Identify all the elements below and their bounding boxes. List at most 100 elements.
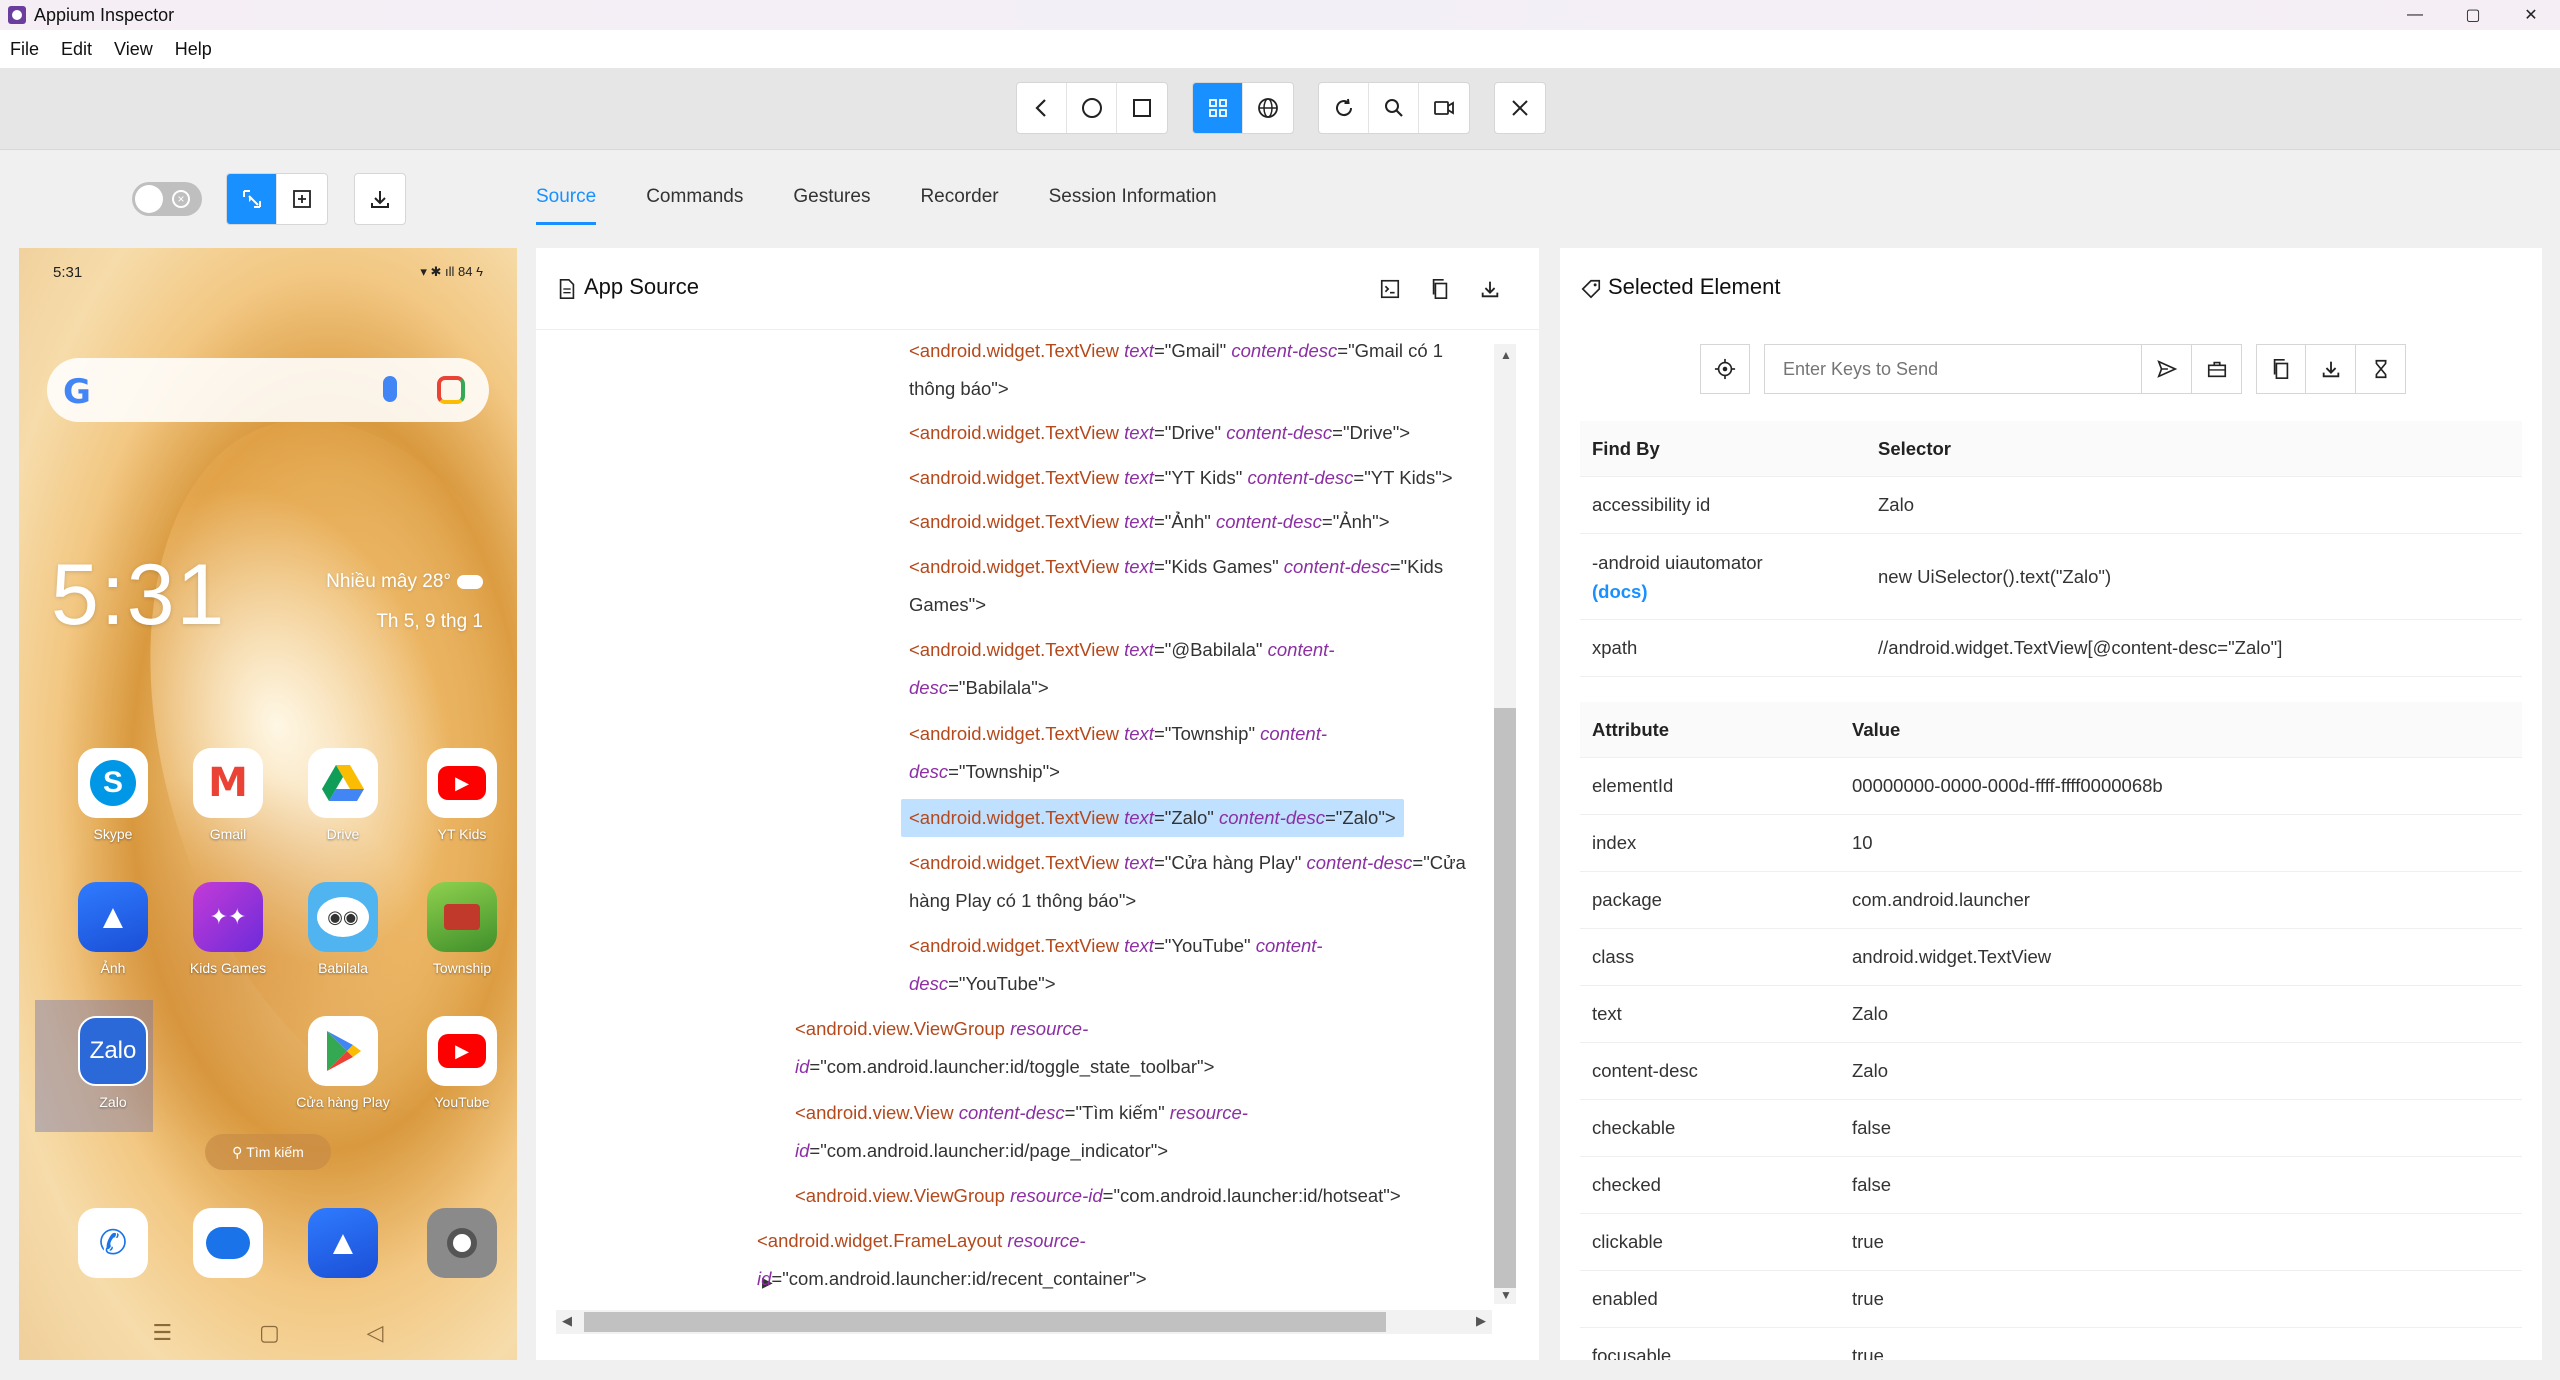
- menu-file[interactable]: File: [10, 39, 39, 60]
- app-anh[interactable]: ▲ Ảnh: [58, 882, 168, 976]
- tree-node-selected[interactable]: <android.widget.TextView text="Zalo" con…: [901, 799, 1404, 837]
- dock-messages[interactable]: [173, 1208, 283, 1278]
- app-babilala[interactable]: ◉◉ Babilala: [288, 882, 398, 976]
- lens-icon[interactable]: [437, 376, 465, 404]
- maximize-button[interactable]: ▢: [2444, 0, 2502, 30]
- tree-node-collapsed[interactable]: <android.view.ViewGroup resource-id="com…: [795, 1177, 1401, 1215]
- download-screenshot-button[interactable]: [355, 174, 405, 224]
- table-row[interactable]: package com.android.launcher: [1580, 872, 2522, 929]
- table-row[interactable]: -android uiautomator (docs) new UiSelect…: [1580, 534, 2522, 620]
- minimize-button[interactable]: —: [2386, 0, 2444, 30]
- scroll-right-icon[interactable]: ▶: [1476, 1313, 1486, 1329]
- refresh-button[interactable]: [1319, 83, 1369, 133]
- tab-commands[interactable]: Commands: [646, 151, 743, 225]
- google-search-widget[interactable]: G: [47, 358, 489, 422]
- tree-node[interactable]: <android.widget.TextView text="Cửa hàng …: [909, 844, 1466, 882]
- timing-button[interactable]: [2356, 344, 2406, 394]
- native-context-button[interactable]: [1193, 83, 1243, 133]
- highlight-toggle[interactable]: ×: [132, 182, 202, 216]
- app-township[interactable]: Township: [407, 882, 517, 976]
- table-row[interactable]: enabled true: [1580, 1271, 2522, 1328]
- web-context-button[interactable]: [1243, 83, 1293, 133]
- home-button[interactable]: [1067, 83, 1117, 133]
- close-window-button[interactable]: ✕: [2502, 0, 2560, 30]
- vertical-scrollbar[interactable]: ▲ ▼: [1494, 344, 1516, 1304]
- dock-phone[interactable]: ✆: [58, 1208, 168, 1278]
- tree-node[interactable]: <android.widget.TextView text="Township"…: [909, 715, 1327, 753]
- menu-edit[interactable]: Edit: [61, 39, 92, 60]
- app-drive[interactable]: Drive: [288, 748, 398, 842]
- vertical-scroll-thumb[interactable]: [1494, 708, 1516, 1288]
- tree-node[interactable]: <android.widget.TextView text="Ảnh" cont…: [909, 503, 1390, 541]
- tree-node[interactable]: <android.widget.TextView text="YouTube" …: [909, 927, 1323, 965]
- table-row[interactable]: content-desc Zalo: [1580, 1043, 2522, 1100]
- table-row[interactable]: clickable true: [1580, 1214, 2522, 1271]
- quit-session-button[interactable]: [1495, 83, 1545, 133]
- horizontal-scroll-thumb[interactable]: [584, 1312, 1386, 1332]
- scroll-up-icon[interactable]: ▲: [1500, 348, 1512, 362]
- home-nav-icon[interactable]: ▢: [259, 1320, 280, 1346]
- clear-button[interactable]: [2192, 344, 2242, 394]
- mic-icon[interactable]: [383, 376, 397, 402]
- app-switch-button[interactable]: [1117, 83, 1167, 133]
- scroll-left-icon[interactable]: ◀: [562, 1313, 572, 1329]
- back-button[interactable]: [1017, 83, 1067, 133]
- search-elements-button[interactable]: [1369, 83, 1419, 133]
- app-kids-games[interactable]: ✦✦ Kids Games: [173, 882, 283, 976]
- source-tree[interactable]: <android.widget.TextView text="Gmail" co…: [536, 332, 1492, 1302]
- tab-session-information[interactable]: Session Information: [1049, 151, 1217, 225]
- app-search-pill[interactable]: ⚲ Tìm kiếm: [205, 1134, 331, 1170]
- docs-link[interactable]: (docs): [1592, 577, 1878, 606]
- menu-nav-icon[interactable]: ☰: [152, 1320, 172, 1346]
- tap-coordinates-button[interactable]: [277, 174, 327, 224]
- scroll-down-icon[interactable]: ▼: [1500, 1288, 1512, 1302]
- copy-attributes-button[interactable]: [2256, 344, 2306, 394]
- table-row[interactable]: xpath //android.widget.TextView[@content…: [1580, 620, 2522, 677]
- app-youtube[interactable]: ▶ YouTube: [407, 1016, 517, 1110]
- dock-gallery[interactable]: ▲: [288, 1208, 398, 1278]
- app-gmail[interactable]: M Gmail: [173, 748, 283, 842]
- select-element-button[interactable]: [227, 174, 277, 224]
- tab-recorder[interactable]: Recorder: [920, 151, 998, 225]
- terminal-icon[interactable]: [1379, 278, 1401, 300]
- table-row[interactable]: text Zalo: [1580, 986, 2522, 1043]
- tab-gestures[interactable]: Gestures: [793, 151, 870, 225]
- device-screenshot[interactable]: 5:31 ▾ ✱ ıll 84 ϟ G 5:31 Nhiều mây 28° T…: [19, 248, 517, 1360]
- tree-node[interactable]: <android.widget.TextView text="YT Kids" …: [909, 459, 1453, 497]
- session-tools-group: [1318, 82, 1470, 134]
- horizontal-scrollbar[interactable]: ◀ ▶: [556, 1310, 1492, 1334]
- tree-node[interactable]: <android.widget.TextView text="Kids Game…: [909, 548, 1443, 586]
- tree-node[interactable]: <android.widget.TextView text="Gmail" co…: [909, 332, 1443, 370]
- table-row[interactable]: elementId 00000000-0000-000d-ffff-ffff000…: [1580, 758, 2522, 815]
- table-row[interactable]: focusable true: [1580, 1328, 2522, 1360]
- app-yt-kids[interactable]: ▶ YT Kids: [407, 748, 517, 842]
- app-zalo[interactable]: Zalo Zalo: [58, 1016, 168, 1110]
- table-row[interactable]: checkable false: [1580, 1100, 2522, 1157]
- tree-node[interactable]: <android.view.View content-desc="Tìm kiế…: [795, 1094, 1248, 1132]
- tree-node[interactable]: <android.widget.TextView text="@Babilala…: [909, 631, 1335, 669]
- send-icon: [2156, 360, 2177, 378]
- menu-help[interactable]: Help: [175, 39, 212, 60]
- tree-node[interactable]: <android.widget.TextView text="Drive" co…: [909, 414, 1410, 452]
- send-keys-input[interactable]: [1764, 344, 2142, 394]
- dock-camera[interactable]: [407, 1208, 517, 1278]
- download-icon[interactable]: [1479, 278, 1501, 300]
- tap-element-button[interactable]: [1700, 344, 1750, 394]
- node-attr: text: [1124, 340, 1154, 361]
- tree-node[interactable]: <android.view.ViewGroup resource-: [795, 1010, 1088, 1048]
- table-row[interactable]: accessibility id Zalo: [1580, 477, 2522, 534]
- table-row[interactable]: checked false: [1580, 1157, 2522, 1214]
- app-play-store[interactable]: Cửa hàng Play: [288, 1016, 398, 1110]
- copy-icon[interactable]: [1429, 278, 1451, 300]
- send-keys-button[interactable]: [2142, 344, 2192, 394]
- table-row[interactable]: class android.widget.TextView: [1580, 929, 2522, 986]
- table-row[interactable]: index 10: [1580, 815, 2522, 872]
- tree-node[interactable]: <android.widget.FrameLayout resource-: [757, 1222, 1086, 1260]
- record-button[interactable]: [1419, 83, 1469, 133]
- tab-source[interactable]: Source: [536, 151, 597, 225]
- node-val: ="YouTube">: [948, 973, 1056, 994]
- menu-view[interactable]: View: [114, 39, 153, 60]
- app-skype[interactable]: S Skype: [58, 748, 168, 842]
- download-element-button[interactable]: [2306, 344, 2356, 394]
- back-nav-icon[interactable]: ◁: [367, 1320, 384, 1346]
